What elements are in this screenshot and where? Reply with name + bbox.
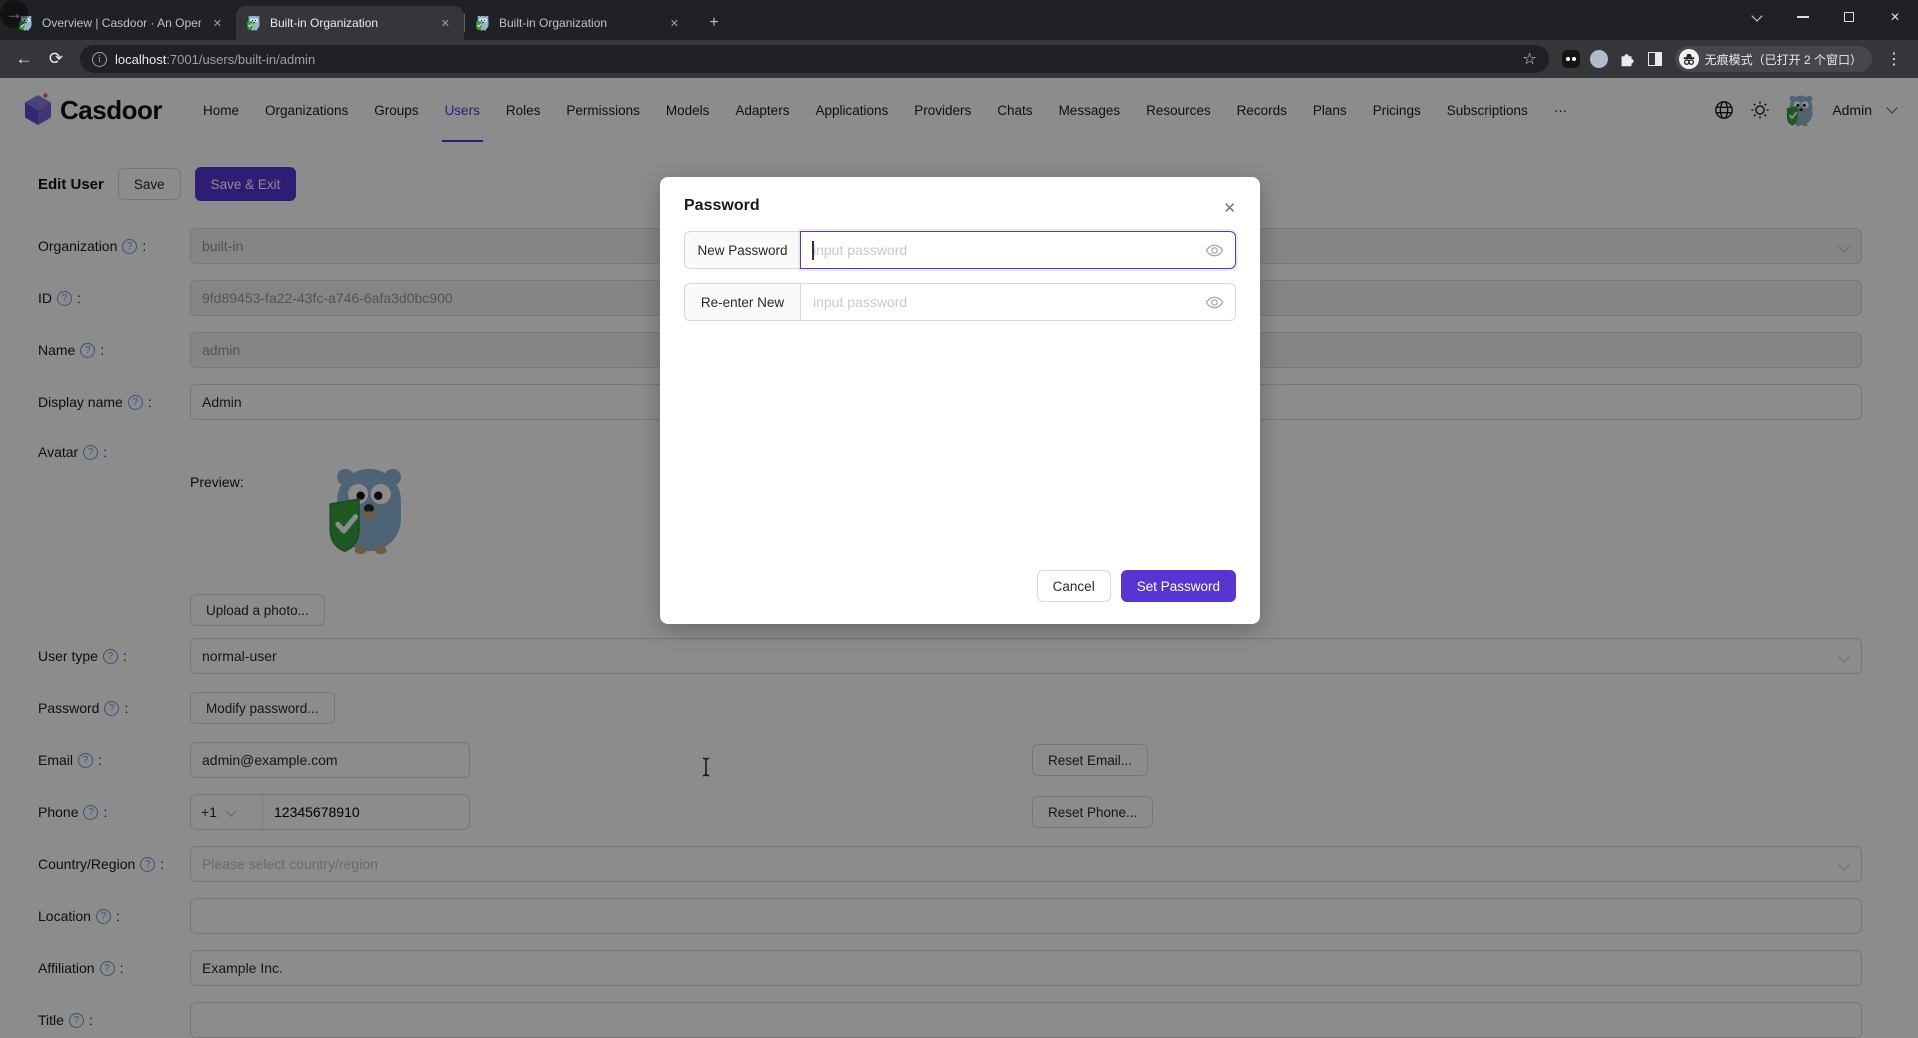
cancel-button[interactable]: Cancel	[1037, 570, 1111, 602]
tab-title: Overview | Casdoor · An Open	[42, 16, 201, 30]
url-path: :7001/users/built-in/admin	[166, 52, 315, 67]
tab-search-icon[interactable]	[1734, 0, 1780, 34]
bookmark-star-icon[interactable]: ☆	[1522, 49, 1536, 69]
app-viewport: Casdoor Home Organizations Groups Users …	[0, 78, 1918, 1038]
forward-button[interactable]: →	[0, 0, 28, 28]
modal-footer: Cancel Set Password	[1037, 570, 1236, 602]
text-cursor-icon	[700, 756, 712, 778]
window-restore-button[interactable]	[1826, 0, 1872, 34]
reenter-password-input[interactable]: input password	[800, 283, 1236, 321]
text-caret	[812, 241, 814, 260]
window-close-button[interactable]: ✕	[1872, 0, 1918, 34]
url-host: localhost	[115, 52, 166, 67]
browser-tab-overview[interactable]: Overview | Casdoor · An Open ✕	[8, 6, 236, 40]
input-placeholder: input password	[813, 242, 907, 258]
reenter-password-row: Re-enter New input password	[684, 283, 1236, 321]
set-password-button[interactable]: Set Password	[1121, 570, 1236, 602]
site-info-icon[interactable]: i	[92, 52, 107, 67]
tab-title: Built-in Organization	[270, 16, 429, 30]
new-password-row: New Password input password	[684, 231, 1236, 269]
modal-close-icon[interactable]: ✕	[1219, 195, 1240, 221]
split-view-icon[interactable]	[1643, 47, 1667, 71]
incognito-label: 无痕模式（已打开 2 个窗口）	[1705, 51, 1862, 68]
address-bar[interactable]: i localhost:7001/users/built-in/admin ☆	[80, 45, 1549, 73]
browser-tab-builtin-org-active[interactable]: Built-in Organization ✕	[236, 6, 464, 40]
back-button[interactable]: ←	[10, 45, 38, 73]
toggle-password-visibility-icon[interactable]	[1205, 293, 1224, 312]
reenter-password-addon-label: Re-enter New	[684, 283, 800, 321]
tab-close-icon[interactable]: ✕	[437, 15, 454, 32]
new-password-addon-label: New Password	[684, 231, 800, 269]
tab-close-icon[interactable]: ✕	[209, 15, 226, 32]
incognito-spy-icon	[1679, 49, 1699, 69]
extension-circle-icon[interactable]	[1587, 47, 1611, 71]
password-modal: Password ✕ New Password input password R…	[660, 177, 1260, 624]
tab-title: Built-in Organization	[499, 16, 658, 30]
new-password-input[interactable]: input password	[800, 231, 1236, 269]
browser-tab-strip: Overview | Casdoor · An Open ✕ Built-in …	[0, 0, 1918, 40]
browser-menu-icon[interactable]: ⋮	[1880, 49, 1908, 69]
tab-close-icon[interactable]: ✕	[666, 15, 683, 32]
browser-tab-builtin-org-2[interactable]: Built-in Organization ✕	[465, 6, 693, 40]
input-placeholder: input password	[813, 294, 907, 310]
incognito-badge: 无痕模式（已打开 2 个窗口）	[1675, 46, 1872, 72]
extensions-puzzle-icon[interactable]	[1615, 47, 1639, 71]
casdoor-favicon-icon	[246, 15, 262, 31]
browser-toolbar: ← → ⟳ i localhost:7001/users/built-in/ad…	[0, 40, 1918, 78]
new-tab-button[interactable]: +	[701, 10, 727, 36]
modal-title: Password	[660, 177, 1260, 215]
toggle-password-visibility-icon[interactable]	[1205, 241, 1224, 260]
casdoor-favicon-icon	[475, 15, 491, 31]
reload-button[interactable]: ⟳	[42, 45, 70, 73]
window-controls: ✕	[1734, 0, 1918, 34]
window-minimize-button[interactable]	[1780, 0, 1826, 34]
extension-oo-icon[interactable]	[1559, 47, 1583, 71]
